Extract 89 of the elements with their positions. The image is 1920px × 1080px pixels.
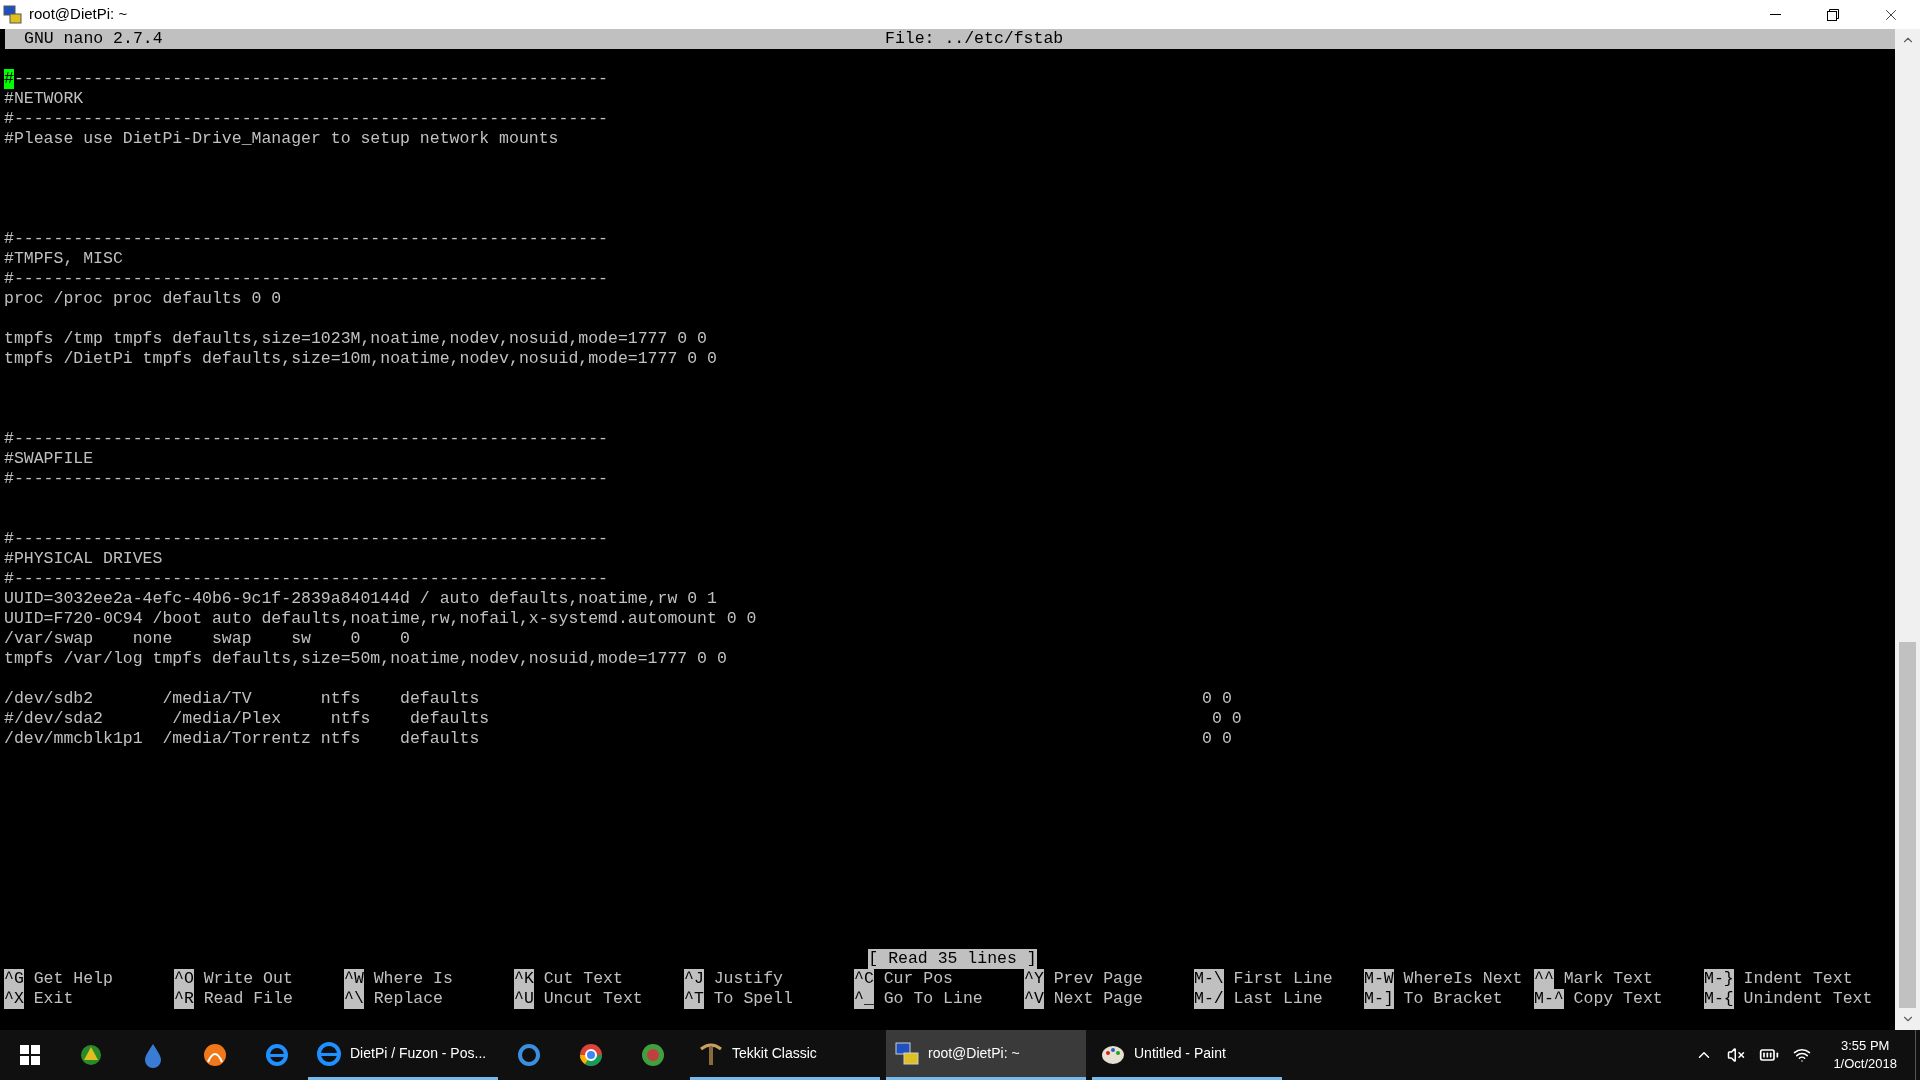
shortcut-label: First Line bbox=[1233, 969, 1333, 989]
shortcut-key: ^X bbox=[4, 989, 24, 1009]
shortcut-label: Cur Pos bbox=[883, 969, 953, 989]
shortcut-label: Write Out bbox=[203, 969, 293, 989]
shortcut-key: ^\ bbox=[344, 989, 364, 1009]
terminal-line: #NETWORK bbox=[4, 89, 84, 109]
muted-speaker-icon[interactable] bbox=[1727, 1046, 1746, 1064]
terminal-line: #------------------------------------------------------------ bbox=[4, 269, 608, 289]
window-grid-icon[interactable] bbox=[20, 1045, 40, 1065]
terminal-line: #------------------------------------------------------------ bbox=[4, 229, 608, 249]
shortcut-key: ^C bbox=[854, 969, 874, 989]
taskbar-app-button[interactable]: DietPi / Fuzon - Pos... bbox=[308, 1030, 498, 1077]
shortcut-label: Prev Page bbox=[1053, 969, 1143, 989]
terminal-line: /dev/sdb2 /media/TV ntfs defaults 0 0 bbox=[4, 689, 1232, 709]
shortcut-key: ^G bbox=[4, 969, 24, 989]
shortcut-key: M-W bbox=[1364, 969, 1394, 989]
terminal-line: #------------------------------------------------------------ bbox=[4, 569, 608, 589]
nano-version: GNU nano 2.7.4 bbox=[24, 29, 163, 49]
terminal-line: #Please use DietPi-Drive_Manager to setup network mounts bbox=[4, 129, 559, 149]
shortcut-key: M-} bbox=[1704, 969, 1734, 989]
taskbar-app-button[interactable]: Tekkit Classic bbox=[690, 1030, 880, 1077]
wifi-icon[interactable] bbox=[1793, 1046, 1812, 1064]
terminal-line: tmpfs /tmp tmpfs defaults,size=1023M,noatime,nodev,nosuid,mode=1777 0 0 bbox=[4, 329, 707, 349]
file-name: File: ../etc/fstab bbox=[885, 29, 1064, 49]
terminal-line: #PHYSICAL DRIVES bbox=[4, 549, 163, 569]
shortcut-label: Justify bbox=[713, 969, 783, 989]
clock-date: 1/Oct/2018 bbox=[1833, 1055, 1897, 1073]
shortcut-label: Last Line bbox=[1233, 989, 1323, 1009]
terminal-line: proc /proc proc defaults 0 0 bbox=[4, 289, 282, 309]
arc-icon[interactable] bbox=[202, 1042, 228, 1068]
shortcut-label: Go To Line bbox=[883, 989, 983, 1009]
shortcut-label: Cut Text bbox=[543, 969, 623, 989]
terminal-line: #------------------------------------------------------------ bbox=[4, 529, 608, 549]
shortcut-key: M-^ bbox=[1534, 989, 1564, 1009]
terminal-line: #SWAPFILE bbox=[4, 449, 94, 469]
taskbar-app-button[interactable]: root@DietPi: ~ bbox=[886, 1030, 1086, 1077]
terminal-line: tmpfs /DietPi tmpfs defaults,size=10m,noatime,nodev,nosuid,mode=1777 0 0 bbox=[4, 349, 717, 369]
terminal-line: /dev/mmcblk1p1 /media/Torrentz ntfs defaults 0 0 bbox=[4, 729, 1232, 749]
terminal-line: UUID=F720-0C94 /boot auto defaults,noatime,rw,nofail,x-systemd.automount 0 0 bbox=[4, 609, 757, 629]
shortcut-key: ^^ bbox=[1534, 969, 1554, 989]
shortcut-key: ^T bbox=[684, 989, 704, 1009]
shortcut-key: M-\ bbox=[1194, 969, 1224, 989]
shortcut-label: Next Page bbox=[1053, 989, 1143, 1009]
terminal-line: #------------------------------------------------------------ bbox=[4, 429, 608, 449]
shortcut-label: Uncut Text bbox=[543, 989, 643, 1009]
terminal-line: #TMPFS, MISC bbox=[4, 249, 123, 269]
shortcut-key: ^O bbox=[174, 969, 194, 989]
shortcut-key: ^J bbox=[684, 969, 704, 989]
taskbar-app-button[interactable]: Untitled - Paint bbox=[1092, 1030, 1282, 1077]
shortcut-label: Replace bbox=[373, 989, 443, 1009]
window-title: root@DietPi: ~ bbox=[29, 4, 128, 25]
shortcut-key: ^U bbox=[514, 989, 534, 1009]
shortcut-label: Where Is bbox=[373, 969, 453, 989]
shortcut-label: Mark Text bbox=[1563, 969, 1653, 989]
shortcut-label: To Spell bbox=[713, 989, 793, 1009]
shortcut-label: Indent Text bbox=[1743, 969, 1853, 989]
terminal-line: #------------------------------------------------------------ bbox=[4, 109, 608, 129]
terminal-line: #------------------------------------------------------------ bbox=[4, 469, 608, 489]
terminal-line: /var/swap none swap sw 0 0 bbox=[4, 629, 410, 649]
restore-icon bbox=[1827, 8, 1839, 21]
shortcut-key: M-] bbox=[1364, 989, 1394, 1009]
shortcut-label: Unindent Text bbox=[1743, 989, 1873, 1009]
shortcut-key: ^R bbox=[174, 989, 194, 1009]
computer-icon bbox=[894, 1040, 920, 1067]
text-cursor: # bbox=[4, 69, 14, 89]
shortcut-key: ^W bbox=[344, 969, 364, 989]
shortcut-key: M-/ bbox=[1194, 989, 1224, 1009]
shortcut-label: Exit bbox=[33, 989, 74, 1009]
shortcut-key: ^Y bbox=[1024, 969, 1044, 989]
shortcut-key: M-{ bbox=[1704, 989, 1734, 1009]
shortcut-label: Read File bbox=[203, 989, 293, 1009]
shortcut-key: ^V bbox=[1024, 989, 1044, 1009]
minimize-icon bbox=[1769, 14, 1781, 15]
shortcut-key: ^_ bbox=[854, 989, 874, 1009]
terminal-line: ------------------------------------------------------------ bbox=[13, 69, 608, 89]
terminal-line: #/dev/sda2 /media/Plex ntfs defaults 0 0 bbox=[4, 709, 1242, 729]
terminal-line: tmpfs /var/log tmpfs defaults,size=50m,noatime,nodev,nosuid,mode=1777 0 0 bbox=[4, 649, 727, 669]
shortcut-label: Copy Text bbox=[1573, 989, 1663, 1009]
scrollbar-thumb[interactable] bbox=[1899, 642, 1916, 1008]
shortcut-label: WhereIs Next bbox=[1403, 969, 1523, 989]
terminal-line: UUID=3032ee2a-4efc-40b6-9c1f-2839a840144d / auto defaults,noatime,rw 0 1 bbox=[4, 589, 717, 609]
shortcut-label: Get Help bbox=[33, 969, 113, 989]
browser-icon[interactable] bbox=[264, 1042, 290, 1068]
clock[interactable]: 3:55 PM 1/Oct/2018 bbox=[1833, 1037, 1897, 1073]
status-message: [ Read 35 lines ] bbox=[868, 949, 1037, 969]
shortcut-label: To Bracket bbox=[1403, 989, 1503, 1009]
clock-time: 3:55 PM bbox=[1841, 1037, 1890, 1055]
shortcut-key: ^K bbox=[514, 969, 534, 989]
computer-icon bbox=[3, 4, 23, 25]
